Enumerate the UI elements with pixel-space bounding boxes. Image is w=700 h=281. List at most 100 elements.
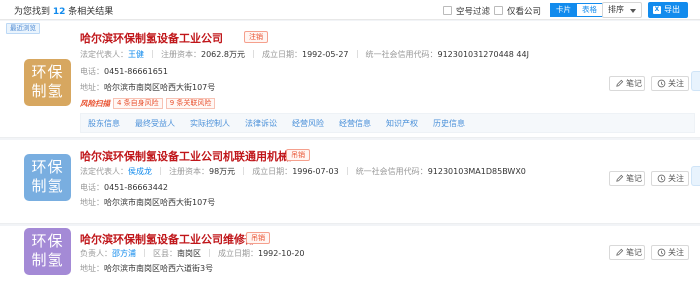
tab-history[interactable]: 历史信息 [433, 118, 465, 129]
address-row: 地址：哈尔滨市南岗区哈西大街107号 [80, 197, 215, 208]
caret-down-icon [630, 9, 636, 13]
logo-text-line1: 环保 [31, 158, 64, 176]
info-label: 区县： [153, 249, 177, 258]
follow-label: 关注 [668, 174, 684, 183]
result-count-suffix: 条相关结果 [68, 7, 114, 17]
logo-text-line1: 环保 [31, 232, 64, 250]
sort-dropdown[interactable]: 排序 [602, 2, 642, 18]
pencil-icon [616, 248, 624, 256]
info-label: 注册资本： [169, 167, 209, 176]
info-label: 成立日期： [262, 50, 302, 59]
view-card-button[interactable]: 卡片 [550, 3, 577, 17]
result-card: 环保 制氢 哈尔滨环保制氢设备工业公司机联通用机械厂 吊销 法定代表人：侯成龙 注… [0, 140, 700, 224]
result-count-prefix: 为您找到 [14, 7, 51, 17]
result-count-number: 12 [52, 7, 66, 17]
tab-business-risk[interactable]: 经营风险 [292, 118, 324, 129]
tab-shareholders[interactable]: 股东信息 [88, 118, 120, 129]
related-risk-link[interactable]: 9 条关联风险 [165, 97, 216, 109]
risk-scan-row: 风险扫描 4 条自身风险 9 条关联风险 [80, 97, 218, 109]
registered-capital: 98万元 [209, 167, 236, 176]
company-name-link[interactable]: 哈尔滨环保制氢设备工业公司维修部 [80, 231, 256, 247]
company-info-row: 法定代表人：王健 注册资本：2062.8万元 成立日期：1992-05-27 统一社会… [80, 49, 529, 60]
info-label: 法定代表人： [80, 50, 128, 59]
note-button[interactable]: 笔记 [609, 245, 645, 260]
side-float-tab[interactable] [691, 71, 700, 91]
tab-controller[interactable]: 实际控制人 [190, 118, 230, 129]
note-button[interactable]: 笔记 [609, 76, 645, 91]
logo-text-line2: 制氢 [31, 251, 64, 269]
phone-row: 电话：0451-86663442 [80, 182, 168, 193]
info-label: 负责人： [80, 249, 112, 258]
result-count: 为您找到 12 条相关结果 [14, 4, 113, 17]
status-badge: 吊销 [286, 149, 310, 161]
follow-label: 关注 [668, 248, 684, 257]
follow-button[interactable]: 关注 [651, 245, 689, 260]
export-button[interactable]: X 导出 [648, 2, 688, 18]
logo-text-line2: 制氢 [31, 177, 64, 195]
address-value: 哈尔滨市南岗区哈西大街107号 [104, 198, 216, 207]
divider [144, 249, 145, 257]
info-label: 统一社会信用代码： [365, 50, 438, 59]
side-float-tab[interactable] [691, 166, 700, 186]
legal-rep-link[interactable]: 侯成龙 [128, 167, 152, 176]
logo-text-line2: 制氢 [31, 82, 64, 100]
phone-row: 电话：0451-86661651 [80, 66, 168, 77]
company-logo[interactable]: 环保 制氢 [24, 154, 71, 201]
export-label: 导出 [664, 5, 680, 14]
established-date: 1996-07-03 [292, 167, 339, 176]
follow-icon [657, 248, 666, 257]
view-table-button[interactable]: 表格 [577, 3, 603, 17]
recent-view-tag: 最近浏览 [6, 23, 40, 34]
empty-phone-filter-label: 空号过滤 [456, 6, 491, 17]
company-name-link[interactable]: 哈尔滨环保制氢设备工业公司机联通用机械厂 [80, 148, 300, 164]
pencil-icon [616, 79, 624, 87]
established-date: 1992-10-20 [258, 249, 305, 258]
phone-value: 0451-86661651 [104, 67, 168, 76]
note-button[interactable]: 笔记 [609, 171, 645, 186]
only-company-filter-label: 仅看公司 [507, 6, 542, 17]
phone-label: 电话： [80, 183, 104, 192]
follow-button[interactable]: 关注 [651, 76, 689, 91]
follow-label: 关注 [668, 79, 684, 88]
empty-phone-filter-checkbox[interactable]: 空号过滤 [443, 5, 491, 17]
address-label: 地址： [80, 264, 104, 273]
company-logo[interactable]: 环保 制氢 [24, 59, 71, 106]
info-label: 法定代表人： [80, 167, 128, 176]
follow-button[interactable]: 关注 [651, 171, 689, 186]
tab-business-info[interactable]: 经营信息 [339, 118, 371, 129]
follow-icon [657, 79, 666, 88]
credit-code: 91230103MA1D85BWX0 [427, 167, 526, 176]
results-toolbar: 为您找到 12 条相关结果 空号过滤 仅看公司 卡片 表格 排序 X 导出 [0, 0, 700, 20]
company-logo[interactable]: 环保 制氢 [24, 228, 71, 275]
status-badge: 注销 [244, 31, 268, 43]
company-info-row: 负责人：邵方浦 区县：南岗区 成立日期：1992-10-20 [80, 248, 305, 259]
divider [152, 50, 153, 58]
address-value: 哈尔滨市南岗区哈西大街107号 [104, 83, 216, 92]
company-detail-tabs: 股东信息 最终受益人 实际控制人 法律诉讼 经营风险 经营信息 知识产权 历史信… [80, 113, 695, 133]
company-info-row: 法定代表人：侯成龙 注册资本：98万元 成立日期：1996-07-03 统一社会信用代… [80, 166, 526, 177]
divider [243, 167, 245, 175]
tab-ip[interactable]: 知识产权 [386, 118, 418, 129]
note-label: 笔记 [626, 79, 642, 88]
divider [209, 249, 210, 257]
principal-link[interactable]: 邵方浦 [112, 249, 136, 258]
checkbox-icon [494, 6, 503, 15]
legal-rep-link[interactable]: 王健 [128, 50, 144, 59]
address-label: 地址： [80, 83, 104, 92]
status-badge: 吊销 [246, 232, 270, 244]
note-label: 笔记 [626, 248, 642, 257]
pencil-icon [616, 174, 624, 182]
phone-value: 0451-86663442 [104, 183, 168, 192]
company-name-link[interactable]: 哈尔滨环保制氢设备工业公司 [80, 30, 223, 46]
info-label: 成立日期： [218, 249, 258, 258]
divider [356, 50, 358, 58]
only-company-filter-checkbox[interactable]: 仅看公司 [494, 5, 542, 17]
address-row: 地址：哈尔滨市南岗区哈西大街107号 [80, 82, 215, 93]
district-value: 南岗区 [177, 249, 201, 258]
credit-code: 912301031270448 44J [437, 50, 529, 59]
info-label: 统一社会信用代码： [355, 167, 428, 176]
self-risk-link[interactable]: 4 条自身风险 [113, 97, 163, 109]
tab-litigation[interactable]: 法律诉讼 [245, 118, 277, 129]
follow-icon [657, 174, 666, 183]
tab-beneficiary[interactable]: 最终受益人 [135, 118, 175, 129]
